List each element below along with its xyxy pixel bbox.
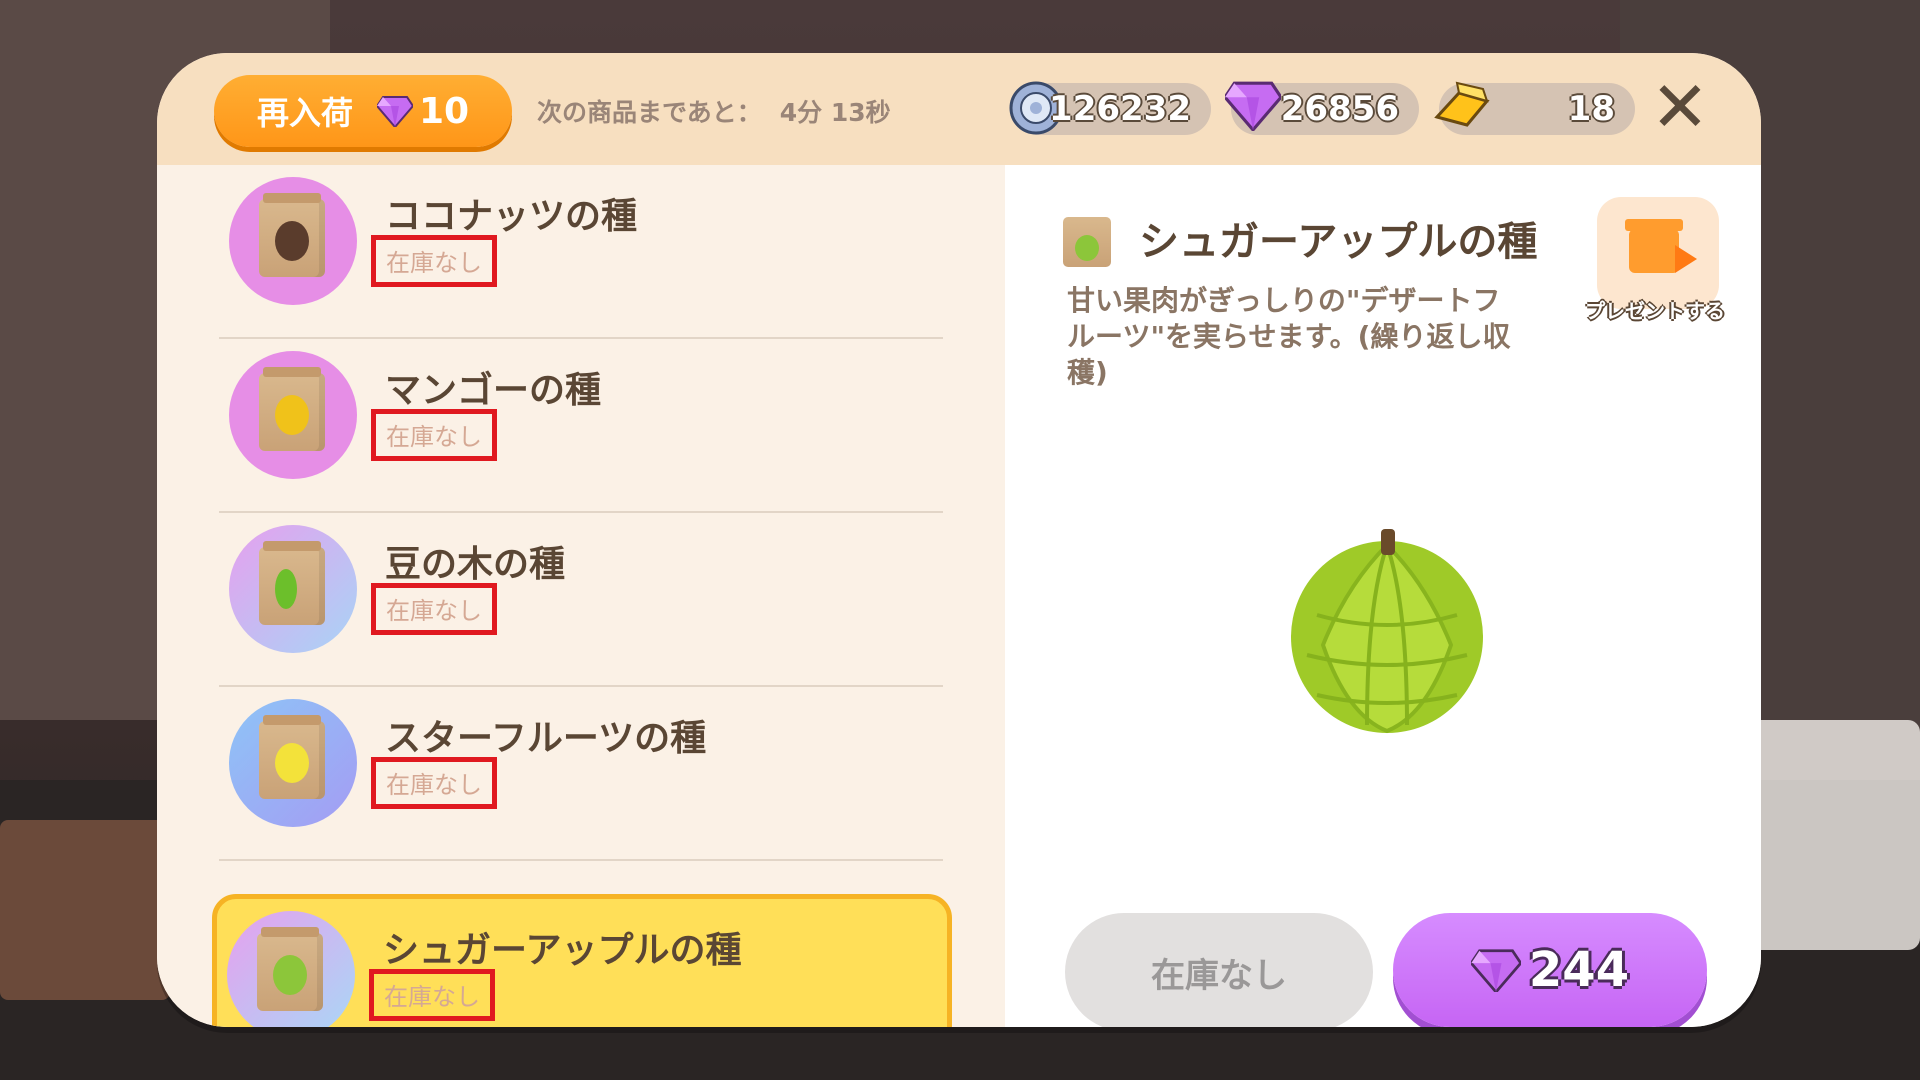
out-of-stock-button[interactable]: 在庫なし xyxy=(1065,913,1373,1027)
seed-bag-icon xyxy=(259,541,325,625)
list-item[interactable]: 豆の木の種 在庫なし xyxy=(219,513,943,687)
restock-button[interactable]: 再入荷 10 xyxy=(214,75,512,147)
gift-label: プレゼントする xyxy=(1585,299,1725,323)
bean-icon xyxy=(275,569,297,609)
seed-bag-icon xyxy=(1063,217,1111,267)
stock-status: 在庫なし xyxy=(371,583,497,635)
coin-value: 126232 xyxy=(1049,89,1191,129)
gem-icon xyxy=(1470,949,1521,992)
stock-status: 在庫なし xyxy=(369,969,495,1021)
item-name: ココナッツの種 xyxy=(385,196,638,237)
list-item-selected[interactable]: シュガーアップルの種 在庫なし xyxy=(212,894,952,1027)
gem-balance: 26856 xyxy=(1225,81,1419,135)
seed-bag-icon xyxy=(259,715,325,799)
list-item[interactable]: スターフルーツの種 在庫なし xyxy=(219,687,943,861)
seed-bag-icon xyxy=(259,193,325,277)
close-icon: ✕ xyxy=(1650,66,1710,148)
background-crate xyxy=(0,820,170,1000)
gold-value: 18 xyxy=(1567,89,1615,129)
seed-bag-icon xyxy=(257,927,323,1011)
item-name: シュガーアップルの種 xyxy=(383,930,742,971)
restock-cost-value: 10 xyxy=(418,90,470,132)
item-name: 豆の木の種 xyxy=(385,544,566,585)
detail-title: シュガーアップルの種 xyxy=(1139,219,1538,265)
coconut-icon xyxy=(275,221,309,261)
gold-bar-icon xyxy=(1434,81,1490,127)
timer-value: 4分 13秒 xyxy=(779,98,891,127)
gem-value: 26856 xyxy=(1280,89,1399,129)
price-value: 244 xyxy=(1528,942,1630,998)
gold-balance: 18 xyxy=(1434,81,1635,135)
send-arrow-icon xyxy=(1675,245,1697,273)
seed-bag-icon xyxy=(259,367,325,451)
list-item[interactable]: マンゴーの種 在庫なし xyxy=(219,339,943,513)
restock-label: 再入荷 xyxy=(256,94,353,132)
sugar-apple-image xyxy=(1291,529,1483,734)
stock-status: 在庫なし xyxy=(371,235,497,287)
stock-status: 在庫なし xyxy=(371,757,497,809)
item-detail-panel: シュガーアップルの種 甘い果肉がぎっしりの"デザートフルーツ"を実らせます。(繰… xyxy=(1005,165,1761,1027)
buy-button[interactable]: 244 xyxy=(1393,913,1707,1027)
item-name: スターフルーツの種 xyxy=(385,718,707,759)
next-item-timer: 次の商品まであと： 4分 13秒 xyxy=(537,93,891,129)
gem-icon xyxy=(376,96,413,127)
divider xyxy=(219,859,943,861)
timer-label: 次の商品まであと： xyxy=(537,98,762,127)
gem-icon xyxy=(1225,81,1281,131)
seed-shop-dialog: 再入荷 10 次の商品まであと： 4分 13秒 126232 26856 18 … xyxy=(157,53,1761,1027)
item-name: マンゴーの種 xyxy=(385,370,602,411)
shop-header: 再入荷 10 次の商品まであと： 4分 13秒 126232 26856 18 … xyxy=(157,53,1761,165)
sugar-apple-icon xyxy=(273,955,307,995)
stock-status: 在庫なし xyxy=(371,409,497,461)
starfruit-icon xyxy=(275,743,309,783)
gift-button[interactable] xyxy=(1597,197,1719,309)
close-button[interactable]: ✕ xyxy=(1647,72,1713,143)
coin-balance: 126232 xyxy=(1009,81,1211,135)
restock-cost: 10 xyxy=(376,90,470,132)
detail-description: 甘い果肉がぎっしりの"デザートフルーツ"を実らせます。(繰り返し収穫) xyxy=(1067,284,1511,389)
list-item[interactable]: ココナッツの種 在庫なし xyxy=(219,165,943,339)
seed-list[interactable]: ココナッツの種 在庫なし マンゴーの種 在庫なし 豆の木の種 在庫なし スターフ… xyxy=(157,165,1005,1027)
mango-icon xyxy=(275,395,309,435)
gift-icon xyxy=(1625,219,1683,273)
